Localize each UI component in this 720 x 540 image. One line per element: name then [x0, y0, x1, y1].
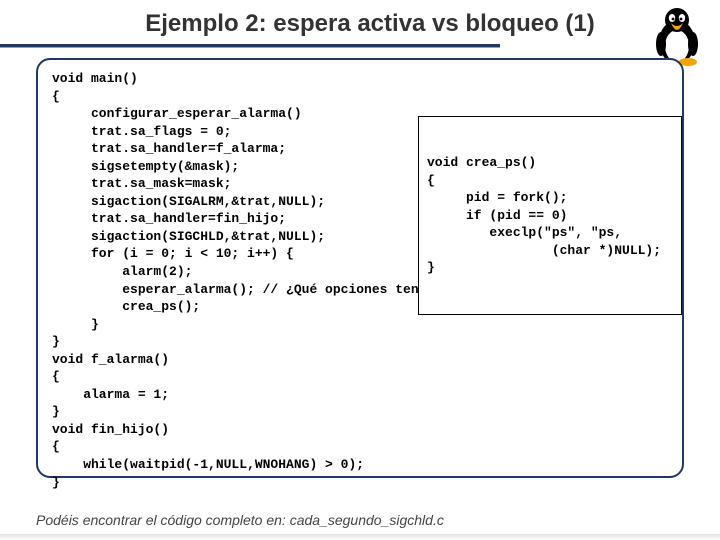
tux-penguin-icon — [650, 4, 704, 66]
bottom-shadow — [0, 534, 720, 540]
footer-note: Podéis encontrar el código completo en: … — [36, 512, 444, 528]
title-underline — [0, 44, 500, 48]
inset-code: void crea_ps() { pid = fork(); if (pid =… — [427, 154, 673, 277]
inset-code-box: void crea_ps() { pid = fork(); if (pid =… — [418, 116, 682, 315]
slide: Ejemplo 2: espera activa vs bloqueo (1) … — [0, 0, 720, 540]
footer-prefix: Podéis encontrar el código completo en: — [36, 512, 290, 528]
slide-title: Ejemplo 2: espera activa vs bloqueo (1) — [90, 10, 650, 38]
footer-filename: cada_segundo_sigchld.c — [290, 512, 444, 528]
